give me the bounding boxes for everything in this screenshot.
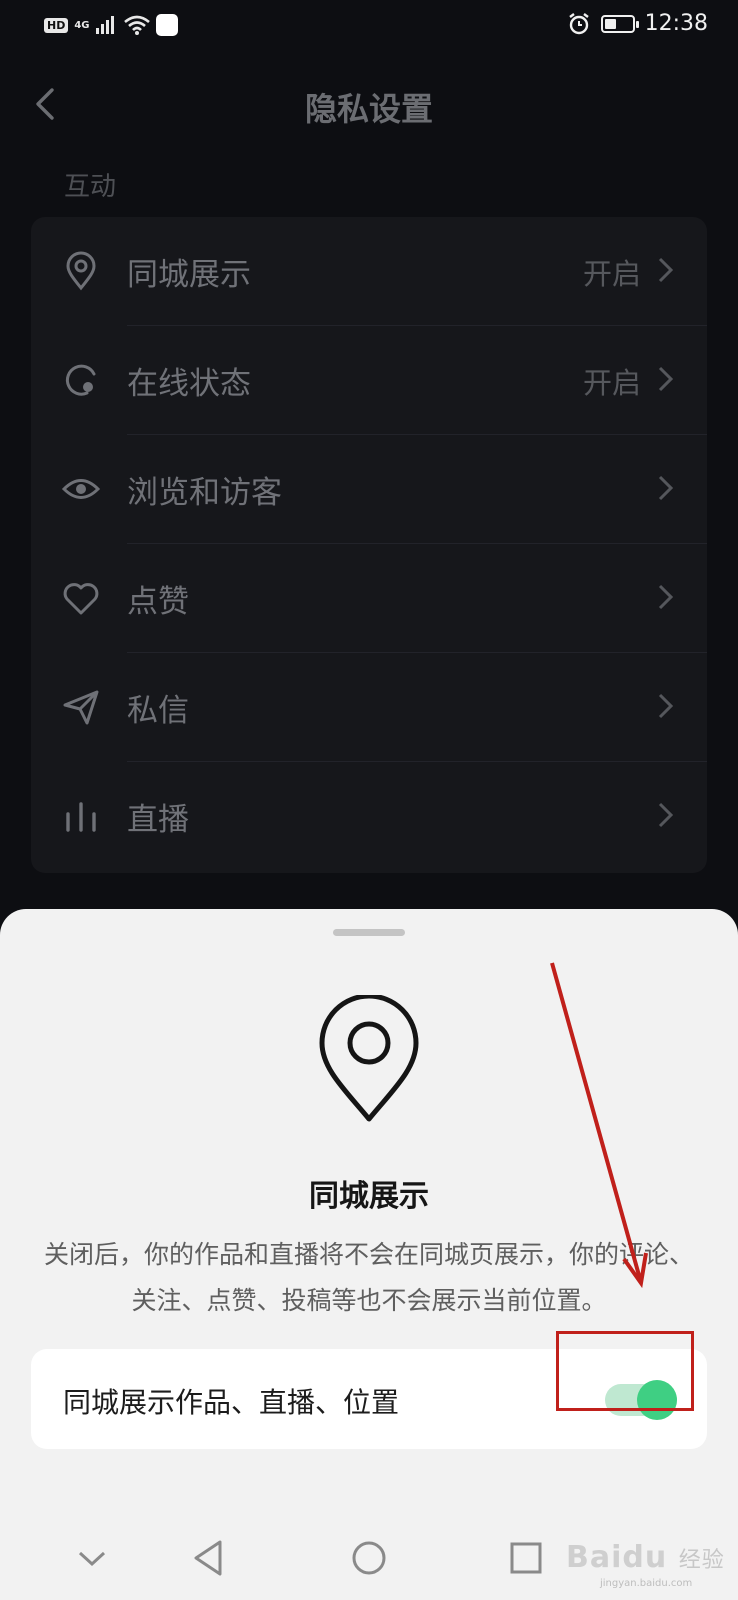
red-arrow-annotation xyxy=(550,962,648,1289)
chevron-right-icon xyxy=(658,693,674,719)
baidu-watermark: Baidu 经验 xyxy=(566,1540,725,1575)
nav-home-icon[interactable] xyxy=(349,1538,389,1578)
eye-icon xyxy=(61,479,101,499)
nav-recents-icon[interactable] xyxy=(506,1538,546,1578)
heart-icon xyxy=(63,583,99,615)
app-notification-icon xyxy=(155,14,178,36)
section-label: 互动 xyxy=(64,172,117,202)
status-left: HD 4G xyxy=(44,14,178,36)
settings-row-same-city[interactable]: 同城展示 开启 xyxy=(31,217,707,326)
watermark-brand: Bai xyxy=(566,1540,623,1575)
row-value: 开启 xyxy=(582,366,641,400)
settings-card: 同城展示 开启 在线状态 开启 浏览和访客 点赞 私信 直播 xyxy=(31,217,707,873)
live-bars-icon xyxy=(66,802,96,832)
online-status-icon xyxy=(65,364,96,396)
location-pin-icon xyxy=(319,995,419,1122)
settings-row-online-status[interactable]: 在线状态 开启 xyxy=(31,326,707,435)
row-label: 直播 xyxy=(127,802,189,838)
status-bar: HD 4G 12:38 xyxy=(0,0,738,52)
network-type: 4G xyxy=(74,19,90,31)
alarm-icon xyxy=(568,12,589,34)
settings-row-browse-visitors[interactable]: 浏览和访客 xyxy=(31,435,707,544)
settings-row-live[interactable]: 直播 xyxy=(31,762,707,871)
hd-badge: HD xyxy=(44,17,69,33)
highlight-box-annotation xyxy=(556,1331,694,1411)
location-pin-icon xyxy=(66,251,96,291)
clock: 12:38 xyxy=(644,11,708,36)
page-header: 隐私设置 xyxy=(0,70,738,140)
settings-row-messages[interactable]: 私信 xyxy=(31,653,707,762)
row-value: 开启 xyxy=(582,257,641,291)
chevron-right-icon xyxy=(658,366,674,392)
nav-back-icon[interactable] xyxy=(190,1538,230,1578)
row-label: 私信 xyxy=(127,693,189,729)
watermark-suffix: 经验 xyxy=(678,1548,725,1573)
battery-icon xyxy=(600,14,639,33)
wifi-icon xyxy=(123,15,150,35)
settings-row-likes[interactable]: 点赞 xyxy=(31,544,707,653)
row-label: 同城展示 xyxy=(127,257,251,293)
row-label: 浏览和访客 xyxy=(127,475,282,511)
drag-handle[interactable] xyxy=(333,929,405,936)
page-title: 隐私设置 xyxy=(304,90,433,128)
chevron-right-icon xyxy=(658,584,674,610)
watermark-url: jingyan.baidu.com xyxy=(600,1578,693,1589)
toggle-label: 同城展示作品、直播、位置 xyxy=(63,1386,400,1419)
send-icon xyxy=(63,690,99,725)
signal-icon xyxy=(95,16,114,34)
chevron-right-icon xyxy=(658,257,674,283)
watermark-brand-2: du xyxy=(622,1540,668,1575)
chevron-right-icon xyxy=(658,802,674,828)
status-right: 12:38 xyxy=(567,11,708,36)
row-label: 在线状态 xyxy=(127,366,251,402)
chevron-right-icon xyxy=(658,475,674,501)
bottom-sheet: 同城展示 关闭后，你的作品和直播将不会在同城页展示，你的评论、关注、点赞、投稿等… xyxy=(0,909,738,1600)
chevron-down-icon[interactable] xyxy=(72,1538,112,1578)
row-label: 点赞 xyxy=(127,584,189,620)
